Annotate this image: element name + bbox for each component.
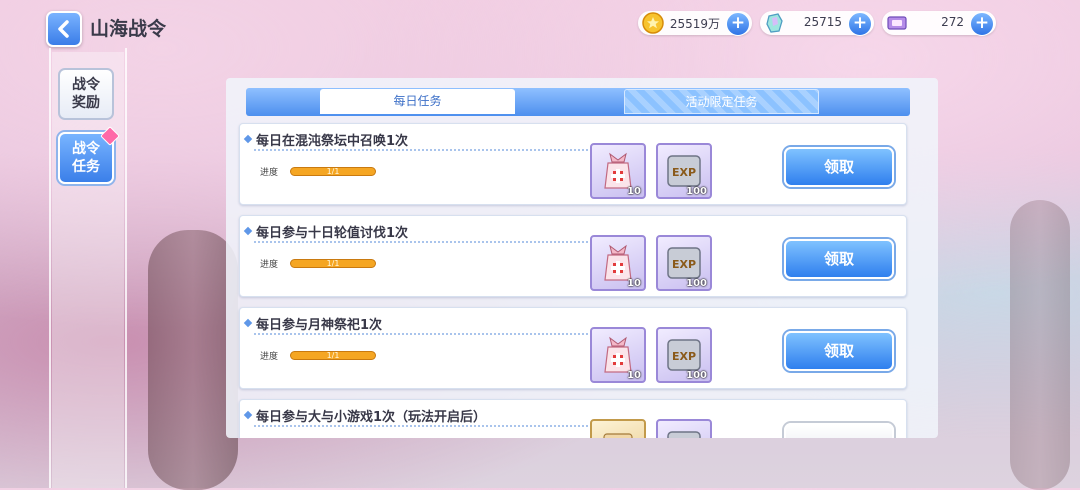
exp-card-icon bbox=[667, 431, 701, 438]
bullet-diamond-icon bbox=[243, 410, 253, 420]
bullet-diamond-icon bbox=[243, 134, 253, 144]
side-nav-rail-left bbox=[49, 48, 51, 488]
reward-item[interactable] bbox=[590, 419, 646, 438]
tab-bar: 每日任务 活动限定任务 bbox=[246, 88, 910, 116]
tree-trunk-left bbox=[148, 230, 238, 490]
claim-button[interactable]: 领取 bbox=[784, 239, 894, 279]
task-title: 每日参与大与小游戏1次（玩法开启后） bbox=[256, 410, 487, 425]
progress-label: 进度 bbox=[260, 260, 279, 270]
add-crystal-button[interactable]: + bbox=[848, 12, 872, 36]
side-nav-rail-right bbox=[125, 48, 127, 488]
chevron-left-icon bbox=[58, 20, 69, 38]
crystal-value: 25715 bbox=[803, 15, 842, 29]
add-gold-button[interactable]: + bbox=[726, 12, 750, 36]
task-row: 每日参与月神祭祀1次 进度 1/1 10 EXP 100 领取 bbox=[239, 307, 907, 389]
task-title: 每日参与月神祭祀1次 bbox=[256, 318, 383, 333]
task-panel: 每日任务 活动限定任务 每日在混沌祭坛中召唤1次 进度 1/1 10 EXP 1… bbox=[226, 78, 938, 438]
nav-pass-rewards[interactable]: 战令奖励 bbox=[58, 68, 114, 120]
progress-text: 1/1 bbox=[326, 167, 340, 176]
divider bbox=[254, 149, 588, 151]
reward-qty: 100 bbox=[686, 370, 707, 381]
reward-item[interactable] bbox=[656, 419, 712, 438]
reward-qty: 10 bbox=[627, 278, 641, 289]
svg-text:EXP: EXP bbox=[672, 258, 696, 271]
reward-item[interactable]: EXP 100 bbox=[656, 143, 712, 199]
progress-label: 进度 bbox=[260, 168, 279, 178]
divider bbox=[254, 425, 588, 427]
claim-button[interactable]: 领取 bbox=[784, 331, 894, 371]
page-title: 山海战令 bbox=[90, 18, 167, 40]
reward-qty: 100 bbox=[686, 186, 707, 197]
reward-qty: 10 bbox=[627, 370, 641, 381]
reward-item[interactable]: 10 bbox=[590, 143, 646, 199]
add-ticket-button[interactable]: + bbox=[970, 12, 994, 36]
tab-event-tasks[interactable]: 活动限定任务 bbox=[624, 89, 819, 114]
resource-ticket: 272 + bbox=[882, 11, 996, 36]
nav-pass-tasks-label: 战令任务 bbox=[72, 141, 100, 175]
tab-daily-tasks[interactable]: 每日任务 bbox=[320, 89, 515, 114]
svg-text:EXP: EXP bbox=[672, 166, 696, 179]
nav-pass-rewards-label: 战令奖励 bbox=[72, 77, 100, 111]
progress-text: 1/1 bbox=[326, 259, 340, 268]
resource-gold: 25519万 + bbox=[638, 11, 752, 36]
crystal-icon bbox=[766, 13, 783, 33]
gold-value: 25519万 bbox=[669, 17, 720, 31]
nav-pass-tasks[interactable]: 战令任务 bbox=[58, 126, 120, 184]
gift-bag-icon bbox=[603, 433, 633, 438]
gold-coin-icon bbox=[642, 12, 664, 34]
reward-item[interactable]: EXP 100 bbox=[656, 327, 712, 383]
reward-item[interactable]: EXP 100 bbox=[656, 235, 712, 291]
reward-item[interactable]: 10 bbox=[590, 327, 646, 383]
bullet-diamond-icon bbox=[243, 226, 253, 236]
task-title: 每日参与十日轮值讨伐1次 bbox=[256, 226, 409, 241]
back-button[interactable] bbox=[46, 11, 82, 47]
task-row: 每日参与大与小游戏1次（玩法开启后） bbox=[239, 399, 907, 438]
progress-label: 进度 bbox=[260, 352, 279, 362]
svg-text:EXP: EXP bbox=[672, 350, 696, 363]
progress-text: 1/1 bbox=[326, 351, 340, 360]
claim-button[interactable]: 领取 bbox=[784, 147, 894, 187]
ticket-value: 272 bbox=[941, 15, 964, 29]
reward-qty: 10 bbox=[627, 186, 641, 197]
task-row: 每日在混沌祭坛中召唤1次 进度 1/1 10 EXP 100 领取 bbox=[239, 123, 907, 205]
task-row: 每日参与十日轮值讨伐1次 进度 1/1 10 EXP 100 领取 bbox=[239, 215, 907, 297]
claim-button[interactable] bbox=[784, 423, 894, 438]
reward-qty: 100 bbox=[686, 278, 707, 289]
resource-crystal: 25715 + bbox=[760, 11, 874, 36]
tree-trunk-right bbox=[1010, 200, 1070, 490]
bullet-diamond-icon bbox=[243, 318, 253, 328]
divider bbox=[254, 241, 588, 243]
reward-item[interactable]: 10 bbox=[590, 235, 646, 291]
task-title: 每日在混沌祭坛中召唤1次 bbox=[256, 134, 409, 149]
ticket-icon bbox=[887, 16, 907, 30]
divider bbox=[254, 333, 588, 335]
